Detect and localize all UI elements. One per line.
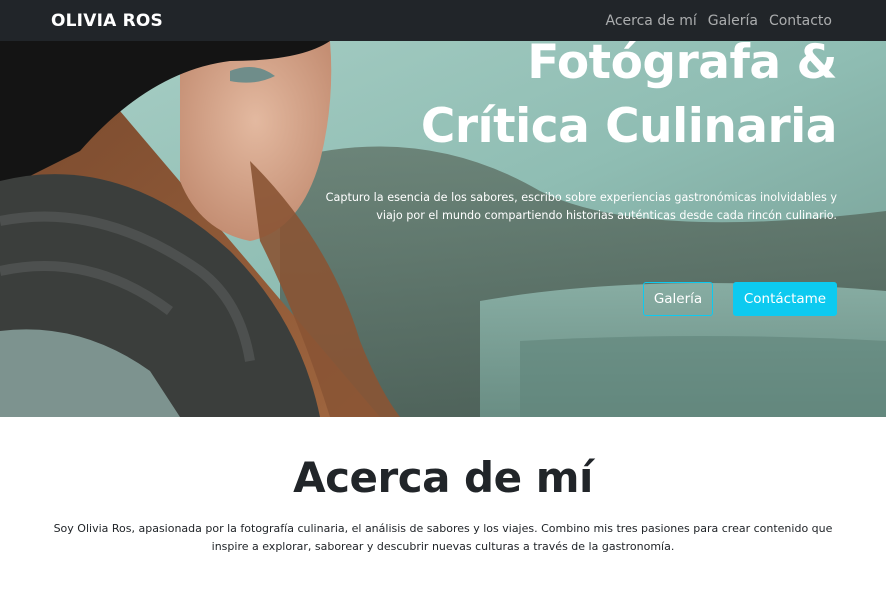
brand-logo[interactable]: OLIVIA ROS xyxy=(51,11,163,31)
hero-buttons: Galería Contáctame xyxy=(643,282,837,316)
hero-title-line2: Crítica Culinaria xyxy=(420,99,838,154)
nav-link-contacto[interactable]: Contacto xyxy=(769,13,832,29)
nav-link-acerca[interactable]: Acerca de mí xyxy=(606,13,697,29)
hero-title: Fotógrafa & Crítica Culinaria xyxy=(317,41,838,159)
nav-links: Acerca de mí Galería Contacto xyxy=(606,13,833,29)
about-text: Soy Olivia Ros, apasionada por la fotogr… xyxy=(53,522,833,553)
hero-description: Capturo la esencia de los sabores, escri… xyxy=(325,191,837,222)
navbar: OLIVIA ROS Acerca de mí Galería Contacto xyxy=(0,0,886,41)
hero-section: Fotógrafa & Crítica Culinaria Capturo la… xyxy=(0,41,886,417)
nav-link-galeria[interactable]: Galería xyxy=(708,13,758,29)
about-section: Acerca de mí Soy Olivia Ros, apasionada … xyxy=(0,417,886,556)
hero-title-line1: Fotógrafa & xyxy=(527,41,837,90)
about-title: Acerca de mí xyxy=(293,453,593,502)
contact-button[interactable]: Contáctame xyxy=(733,282,837,316)
hero-content: Fotógrafa & Crítica Culinaria Capturo la… xyxy=(317,41,838,224)
gallery-button[interactable]: Galería xyxy=(643,282,713,316)
